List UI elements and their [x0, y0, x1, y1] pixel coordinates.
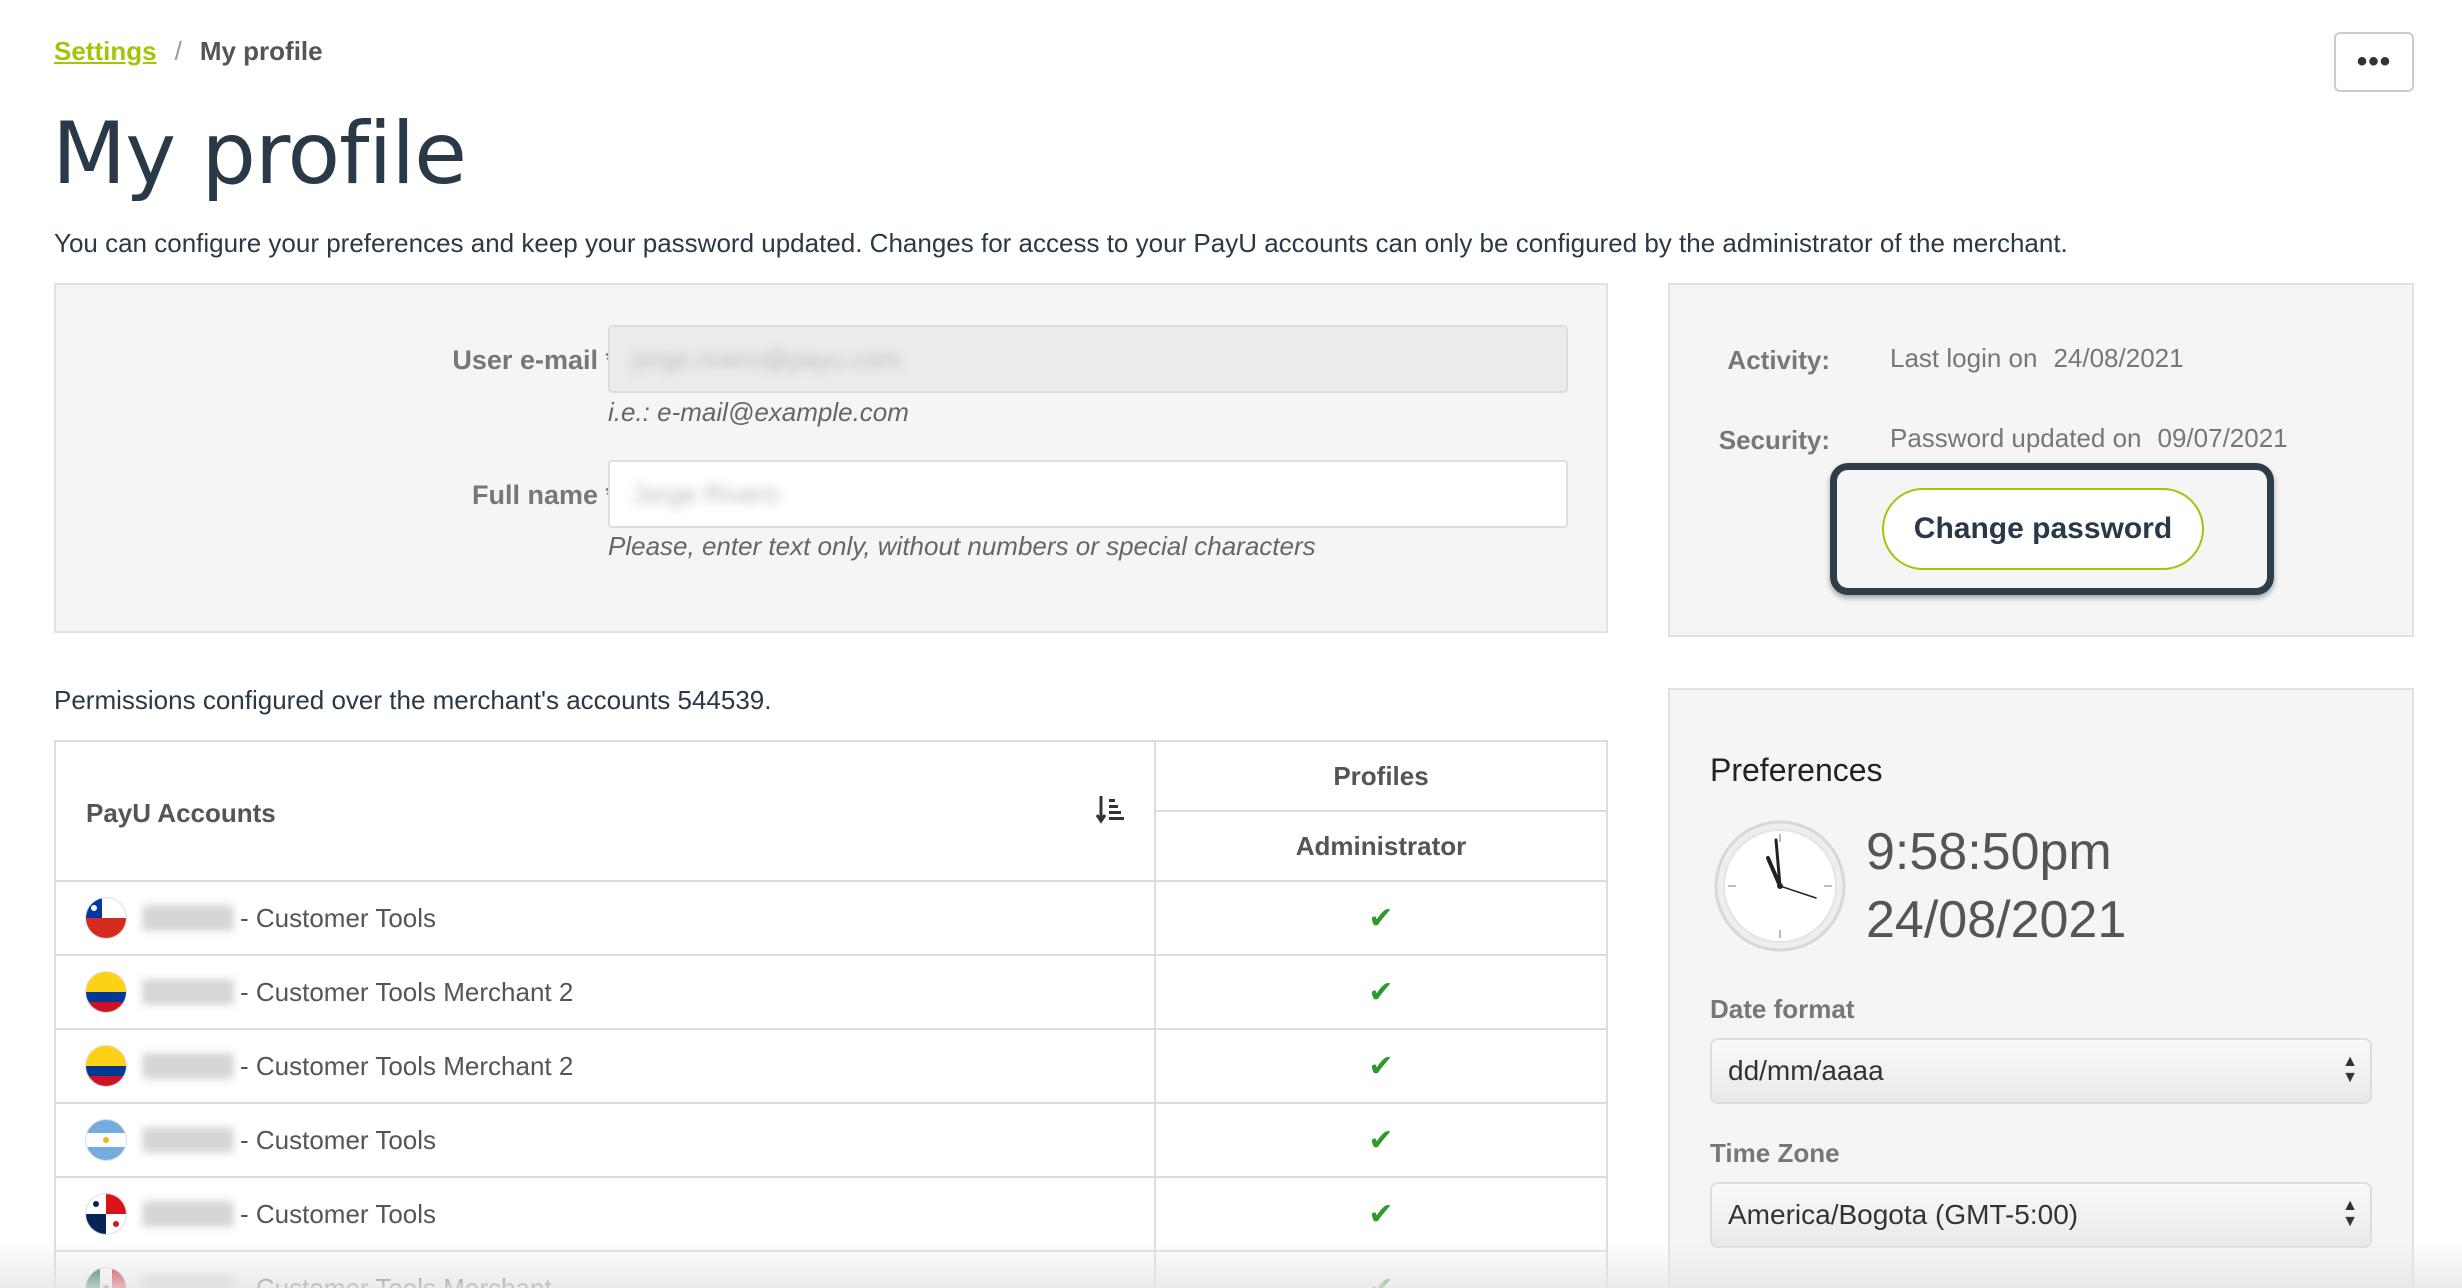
- email-label: User e-mail *: [452, 345, 616, 375]
- accounts-column-header: PayU Accounts: [56, 742, 1156, 880]
- check-icon: ✔: [1368, 975, 1394, 1009]
- account-cell: - Customer Tools Merchant 2: [56, 1030, 1156, 1102]
- account-id-redacted: [142, 1275, 234, 1288]
- account-id-redacted: [142, 1127, 234, 1153]
- email-help: i.e.: e-mail@example.com: [608, 397, 909, 427]
- panama-flag-icon: [86, 1194, 126, 1234]
- table-row: - Customer Tools Merchant ✔: [56, 1252, 1606, 1288]
- account-cell: - Customer Tools: [56, 1178, 1156, 1250]
- table-header: PayU Accounts Profiles Administrator: [56, 742, 1606, 882]
- name-label: Full name *: [471, 480, 616, 510]
- profiles-label: Profiles: [1156, 742, 1606, 812]
- select-arrows-icon: ▲ ▼: [2342, 1197, 2358, 1230]
- security-value: Password updated on 09/07/2021: [1890, 423, 2288, 454]
- page-title: My profile: [52, 104, 467, 204]
- current-time: 9:58:50pm: [1866, 823, 2112, 881]
- date-format-value: dd/mm/aaaa: [1728, 1055, 1884, 1086]
- colombia-flag-icon: [86, 972, 126, 1012]
- intro-text: You can configure your preferences and k…: [54, 228, 2068, 258]
- account-cell: - Customer Tools: [56, 882, 1156, 954]
- chile-flag-icon: [86, 898, 126, 938]
- preferences-title: Preferences: [1710, 752, 1883, 788]
- check-icon: ✔: [1368, 1271, 1394, 1288]
- account-id-redacted: [142, 979, 234, 1005]
- sort-icon[interactable]: [1095, 794, 1124, 831]
- breadcrumb-current: My profile: [199, 36, 323, 66]
- table-row: - Customer Tools Merchant 2 ✔: [56, 1030, 1606, 1104]
- select-arrows-icon: ▲ ▼: [2342, 1053, 2358, 1086]
- permissions-text: Permissions configured over the merchant…: [54, 685, 772, 715]
- administrator-label: Administrator: [1295, 830, 1467, 861]
- account-cell: - Customer Tools: [56, 1104, 1156, 1176]
- account-name: - Customer Tools: [240, 1198, 437, 1229]
- time-zone-value: America/Bogota (GMT-5:00): [1728, 1199, 2079, 1230]
- account-name: - Customer Tools: [240, 902, 437, 933]
- change-password-button[interactable]: Change password: [1882, 488, 2204, 570]
- account-name: - Customer Tools Merchant 2: [240, 1050, 574, 1081]
- table-row: - Customer Tools ✔: [56, 1178, 1606, 1252]
- account-cell: - Customer Tools Merchant: [56, 1252, 1156, 1288]
- account-id-redacted: [142, 905, 234, 931]
- email-value: jorge.rivero@payu.com: [632, 343, 902, 374]
- check-icon: ✔: [1368, 1049, 1394, 1083]
- colombia-flag-icon: [86, 1046, 126, 1086]
- argentina-flag-icon: [86, 1120, 126, 1160]
- current-date: 24/08/2021: [1866, 891, 2127, 949]
- table-row: - Customer Tools ✔: [56, 1104, 1606, 1178]
- time-zone-label: Time Zone: [1710, 1138, 1840, 1168]
- name-help: Please, enter text only, without numbers…: [608, 531, 1316, 561]
- check-icon: ✔: [1368, 901, 1394, 935]
- account-id-redacted: [142, 1201, 234, 1227]
- account-name: - Customer Tools Merchant 2: [240, 976, 574, 1007]
- last-login-date: 24/08/2021: [2053, 343, 2184, 373]
- permissions-table: PayU Accounts Profiles Administrator - C…: [54, 740, 1608, 1288]
- more-options-button[interactable]: •••: [2334, 32, 2414, 92]
- account-id-redacted: [142, 1053, 234, 1079]
- date-format-label: Date format: [1710, 994, 1855, 1024]
- preferences-panel: Preferences 9:58:50pm 24/08/2021 Date fo…: [1668, 688, 2414, 1288]
- activity-label: Activity:: [1727, 345, 1830, 375]
- check-icon: ✔: [1368, 1197, 1394, 1231]
- email-field[interactable]: jorge.rivero@payu.com: [608, 325, 1568, 393]
- profile-form-panel: User e-mail * jorge.rivero@payu.com i.e.…: [54, 283, 1608, 633]
- clock-icon: [1712, 818, 1848, 954]
- mexico-flag-icon: [86, 1268, 126, 1288]
- password-updated-date: 09/07/2021: [2157, 423, 2288, 453]
- table-row: - Customer Tools Merchant 2 ✔: [56, 956, 1606, 1030]
- security-label: Security:: [1718, 425, 1830, 455]
- account-cell: - Customer Tools Merchant 2: [56, 956, 1156, 1028]
- table-row: - Customer Tools ✔: [56, 882, 1606, 956]
- last-login-text: Last login on: [1890, 343, 2038, 373]
- activity-value: Last login on 24/08/2021: [1890, 343, 2184, 374]
- breadcrumb-separator: /: [174, 36, 182, 66]
- activity-panel: Activity: Last login on 24/08/2021 Securi…: [1668, 283, 2414, 637]
- full-name-field[interactable]: Jorge Rivero: [608, 460, 1568, 528]
- accounts-column-label: PayU Accounts: [86, 798, 276, 828]
- time-zone-select[interactable]: America/Bogota (GMT-5:00) ▲ ▼: [1710, 1182, 2372, 1248]
- breadcrumb-settings-link[interactable]: Settings: [54, 36, 157, 67]
- date-format-select[interactable]: dd/mm/aaaa ▲ ▼: [1710, 1038, 2372, 1104]
- check-icon: ✔: [1368, 1123, 1394, 1157]
- account-name: - Customer Tools Merchant: [240, 1272, 552, 1288]
- breadcrumb: Settings / My profile: [54, 36, 323, 67]
- account-name: - Customer Tools: [240, 1124, 437, 1155]
- profiles-column-header: Profiles Administrator: [1156, 742, 1606, 880]
- password-updated-text: Password updated on: [1890, 423, 2142, 453]
- full-name-value: Jorge Rivero: [632, 478, 780, 509]
